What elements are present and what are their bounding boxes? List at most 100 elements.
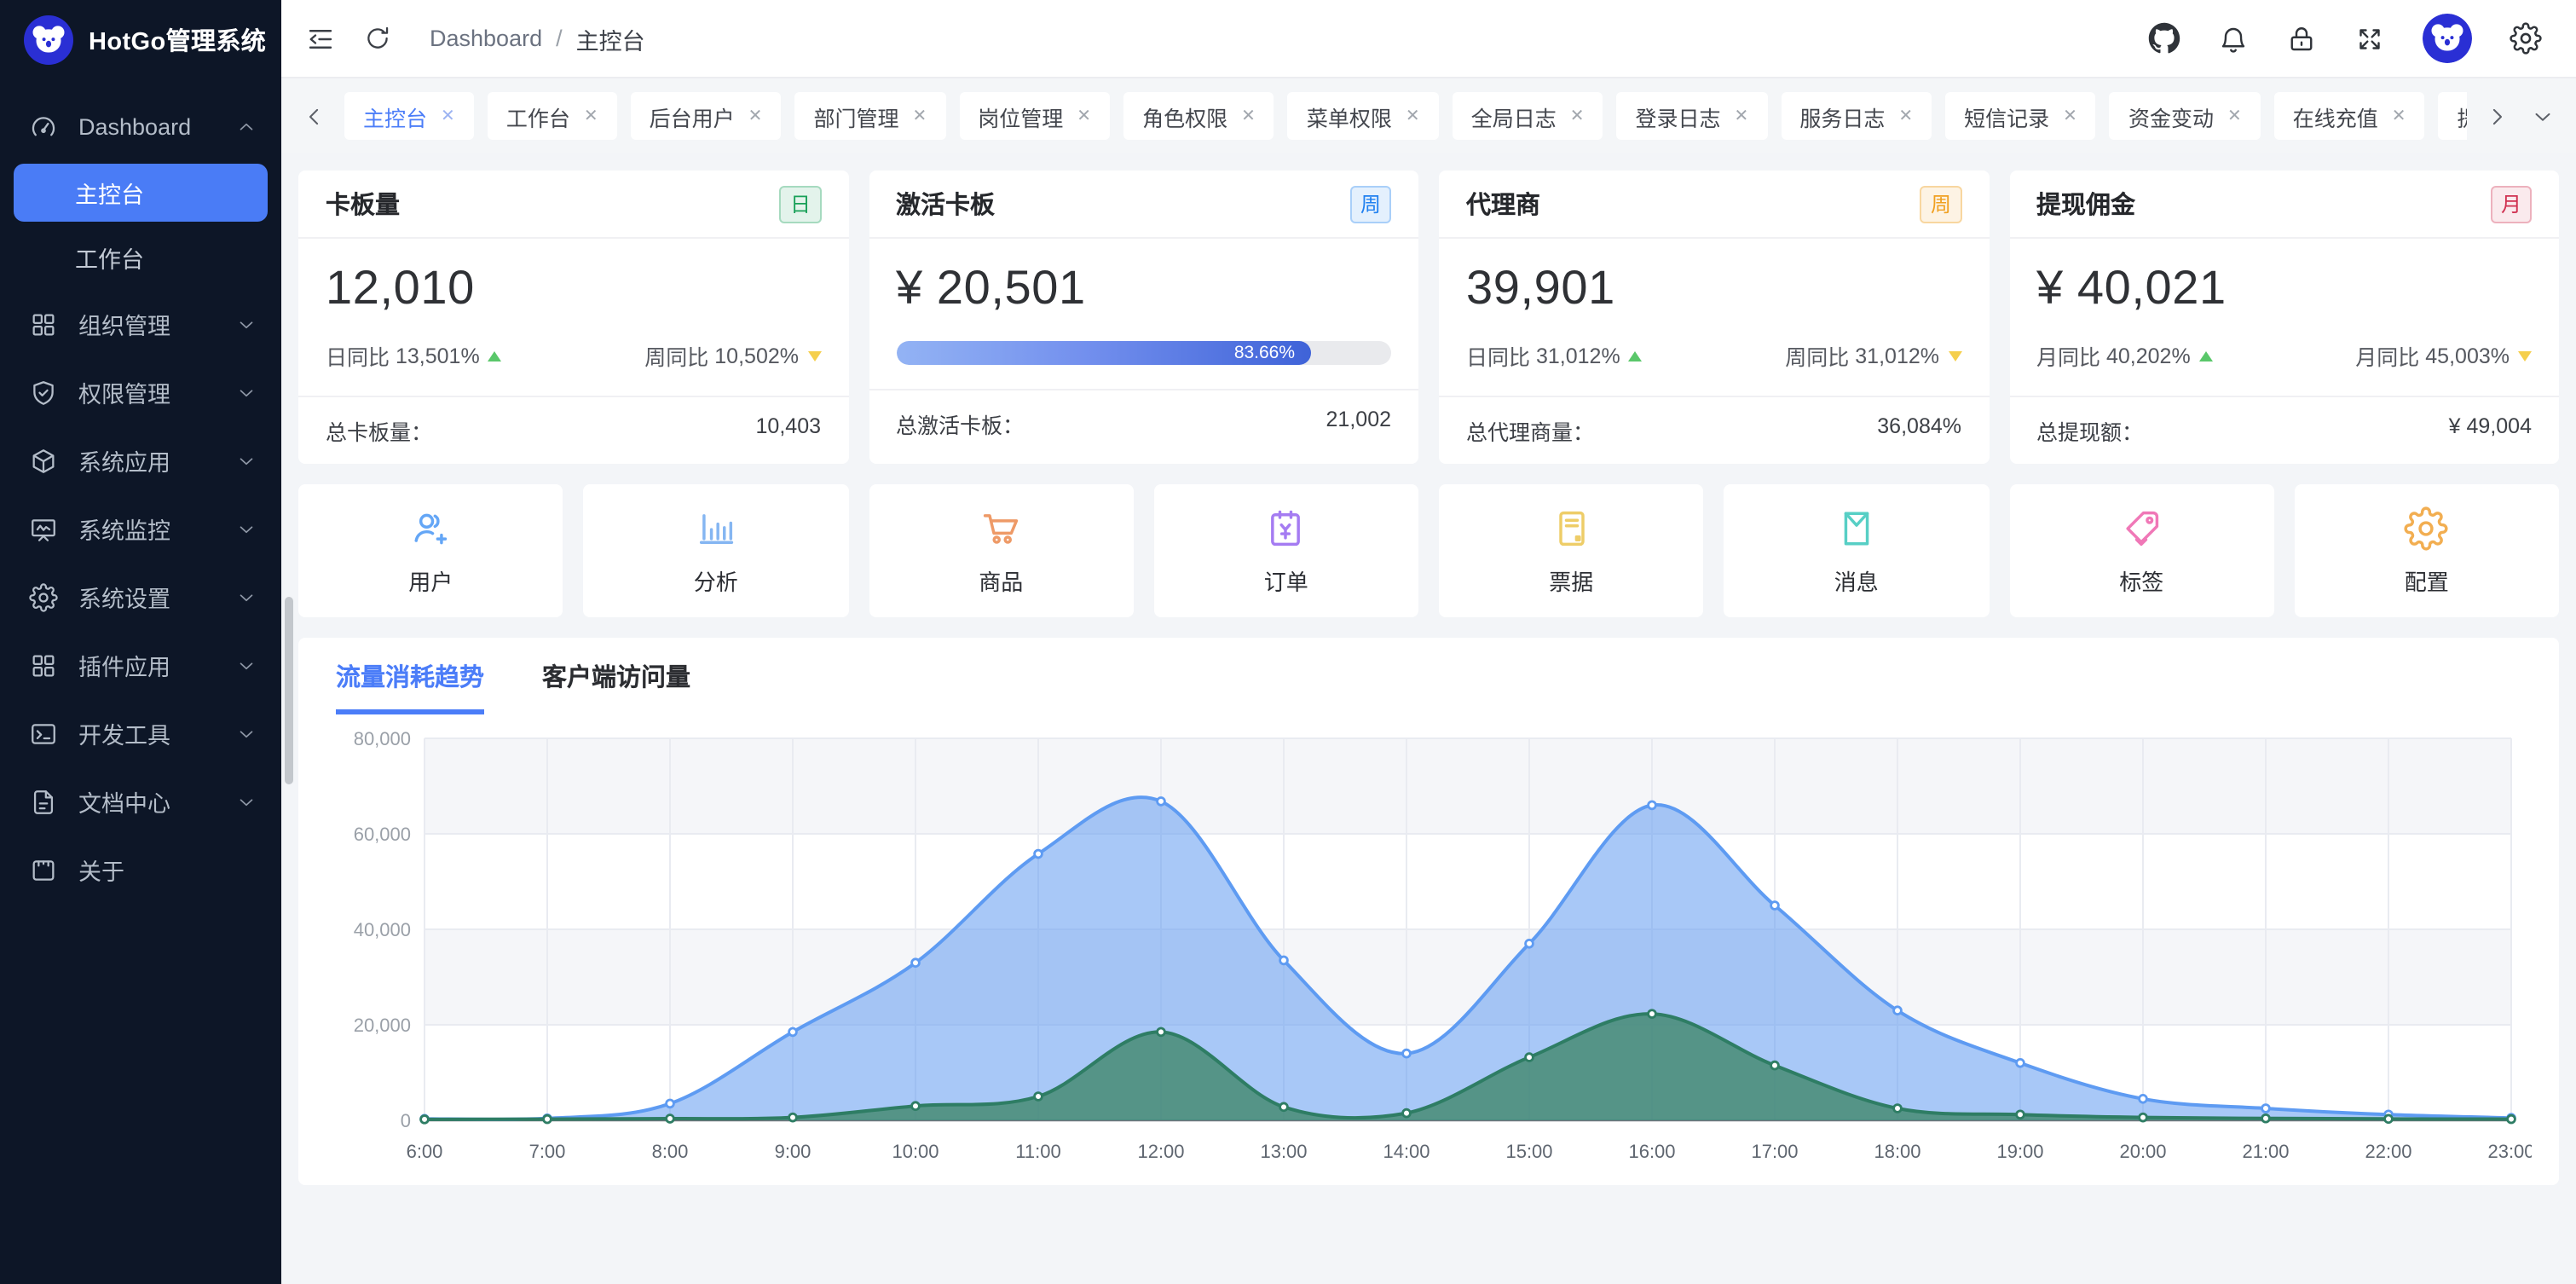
tab-close-icon[interactable]: ✕ [2063, 107, 2077, 125]
tabs-scroll-left-icon[interactable] [298, 100, 331, 132]
sidebar-item-系统设置[interactable]: 系统设置 [0, 563, 281, 631]
shortcut-用户[interactable]: 用户 [298, 484, 563, 617]
tab-提现管理[interactable]: 提现管理✕ [2439, 92, 2467, 140]
progress-fill: 83.66% [896, 341, 1310, 365]
tab-资金变动[interactable]: 资金变动 ✕ [2110, 92, 2261, 140]
tab-close-icon[interactable]: ✕ [748, 107, 763, 125]
chevron-down-icon [235, 722, 257, 744]
sidebar-item-文档中心[interactable]: 文档中心 [0, 767, 281, 836]
tab-短信记录[interactable]: 短信记录 ✕ [1945, 92, 2096, 140]
tab-菜单权限[interactable]: 菜单权限✕ [1288, 92, 1439, 140]
sidebar-item-label: 关于 [78, 853, 124, 887]
logo[interactable]: HotGo管理系统 [0, 0, 281, 78]
config-gear-icon [2405, 506, 2449, 550]
tab-close-icon[interactable]: ✕ [1898, 107, 1913, 125]
lock-icon [2286, 23, 2317, 54]
chevron-right-icon [2484, 103, 2510, 129]
app-title: HotGo管理系统 [89, 21, 266, 57]
tab-角色权限[interactable]: 角色权限 ✕ [1123, 92, 1274, 140]
scrollbar-thumb[interactable] [285, 597, 293, 784]
tab-close-icon[interactable]: ✕ [1077, 107, 1091, 125]
tab-label: 短信记录 [1964, 100, 2049, 132]
tab-label: 部门管理 [813, 100, 898, 132]
github-icon [2148, 22, 2180, 55]
tab-close-icon[interactable]: ✕ [2392, 107, 2406, 125]
chart-tab-流量消耗趋势[interactable]: 流量消耗趋势 [336, 658, 484, 714]
lock-icon[interactable] [2286, 23, 2317, 54]
tab-服务日志[interactable]: 服务日志✕ [1781, 92, 1932, 140]
tab-岗位管理[interactable]: 岗位管理✕ [959, 92, 1110, 140]
shortcut-订单[interactable]: 订单 [1154, 484, 1419, 617]
stat-value: ¥ 40,021 [2036, 261, 2532, 315]
sidebar-item-权限管理[interactable]: 权限管理 [0, 358, 281, 426]
tab-label: 全局日志 [1471, 100, 1557, 132]
stat-footer-value: ¥ 49,004 [2449, 414, 2532, 447]
sidebar-item-系统监控[interactable]: 系统监控 [0, 495, 281, 563]
tabs-dropdown-icon[interactable] [2527, 100, 2559, 132]
tab-工作台[interactable]: 工作台✕ [488, 92, 617, 140]
avatar[interactable] [2423, 14, 2472, 63]
tab-close-icon[interactable]: ✕ [584, 107, 598, 125]
shortcut-票据[interactable]: 票据 [1439, 484, 1704, 617]
delta-label: 月同比 [2355, 339, 2419, 372]
shortcut-label: 消息 [1834, 564, 1879, 596]
svg-text:0: 0 [401, 1110, 411, 1131]
shortcut-消息[interactable]: 消息 [1724, 484, 1990, 617]
sidebar-item-主控台[interactable]: 主控台 [14, 164, 268, 222]
settings-gear-icon[interactable] [2510, 22, 2542, 55]
sidebar-item-工作台[interactable]: 工作台 [0, 225, 281, 290]
shortcut-标签[interactable]: 标签 [2009, 484, 2274, 617]
tab-close-icon[interactable]: ✕ [2227, 107, 2242, 125]
delta-value: 40,202% [2106, 344, 2191, 367]
progress-label: 83.66% [1234, 343, 1295, 363]
tab-部门管理[interactable]: 部门管理 ✕ [794, 92, 945, 140]
github-icon[interactable] [2148, 22, 2180, 55]
period-badge: 周 [1350, 185, 1391, 223]
sidebar-item-关于[interactable]: 关于 [0, 836, 281, 904]
shortcuts-row: 用户分析商品订单票据消息 标签配置 [298, 484, 2559, 617]
tab-主控台[interactable]: 主控台✕ [344, 92, 474, 140]
tab-close-icon[interactable]: ✕ [441, 107, 455, 125]
tab-close-icon[interactable]: ✕ [1570, 107, 1585, 125]
about-icon [29, 855, 58, 884]
tab-后台用户[interactable]: 后台用户✕ [631, 92, 782, 140]
tab-全局日志[interactable]: 全局日志 ✕ [1453, 92, 1603, 140]
tab-在线充值[interactable]: 在线充值✕ [2274, 92, 2425, 140]
svg-text:15:00: 15:00 [1505, 1141, 1552, 1162]
fullscreen-icon [2354, 23, 2385, 54]
sidebar-item-开发工具[interactable]: 开发工具 [0, 699, 281, 767]
chart-tabs: 流量消耗趋势 客户端访问量 [326, 658, 2532, 714]
stat-cards-row: 卡板量日12,010日同比 13,501%周同比 10,502%总卡板量：10,… [298, 171, 2559, 464]
tab-close-icon[interactable]: ✕ [912, 107, 927, 125]
svg-text:14:00: 14:00 [1383, 1141, 1430, 1162]
sidebar-item-插件应用[interactable]: 插件应用 [0, 631, 281, 699]
breadcrumb: Dashboard / 主控台 [430, 21, 645, 55]
refresh-icon[interactable] [363, 24, 392, 53]
tab-label: 角色权限 [1142, 100, 1227, 132]
sidebar-item-label: 权限管理 [78, 375, 170, 409]
svg-text:80,000: 80,000 [354, 728, 411, 749]
shortcut-商品[interactable]: 商品 [869, 484, 1134, 617]
shortcut-分析[interactable]: 分析 [584, 484, 849, 617]
order-calendar-icon [1264, 506, 1308, 550]
shortcut-配置[interactable]: 配置 [2295, 484, 2560, 617]
chevron-up-icon [235, 115, 257, 137]
sidebar-item-label: 文档中心 [78, 784, 170, 818]
tab-close-icon[interactable]: ✕ [1241, 107, 1256, 125]
breadcrumb-root[interactable]: Dashboard [430, 26, 542, 51]
chart-tab-客户端访问量[interactable]: 客户端访问量 [542, 658, 690, 714]
tab-close-icon[interactable]: ✕ [1406, 107, 1420, 125]
fullscreen-icon[interactable] [2354, 23, 2385, 54]
bell-icon[interactable] [2218, 23, 2249, 54]
tab-label: 资金变动 [2128, 100, 2214, 132]
tab-close-icon[interactable]: ✕ [1735, 107, 1749, 125]
tab-登录日志[interactable]: 登录日志✕ [1617, 92, 1768, 140]
document-icon [29, 787, 58, 816]
sidebar-item-组织管理[interactable]: 组织管理 [0, 290, 281, 358]
tabs-scroll-right-icon[interactable] [2481, 100, 2513, 132]
svg-text:17:00: 17:00 [1751, 1141, 1798, 1162]
sidebar-item-系统应用[interactable]: 系统应用 [0, 426, 281, 495]
sidebar-item-Dashboard[interactable]: Dashboard [0, 92, 281, 160]
svg-text:18:00: 18:00 [1874, 1141, 1920, 1162]
sidebar-collapse-icon[interactable] [305, 23, 336, 54]
